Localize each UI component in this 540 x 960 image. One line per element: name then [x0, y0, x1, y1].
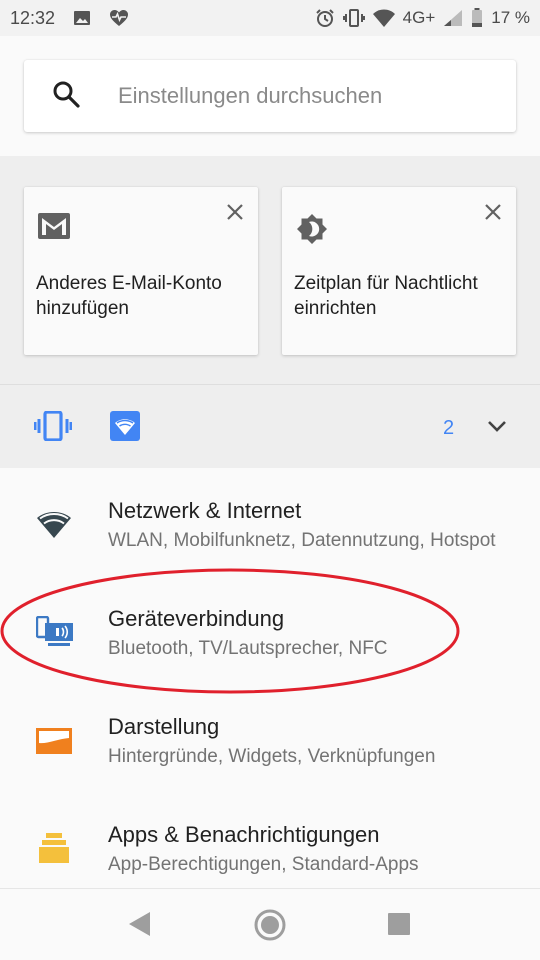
setting-device-connection[interactable]: Geräteverbindung Bluetooth, TV/Lautsprec… — [0, 576, 540, 684]
search-placeholder: Einstellungen durchsuchen — [118, 83, 383, 108]
search-region: Einstellungen durchsuchen — [0, 36, 540, 156]
suggestion-card-email[interactable]: Anderes E-Mail-Konto hinzufügen — [24, 187, 258, 355]
suggestion-text: Anderes E-Mail-Konto hinzufügen — [36, 273, 222, 319]
heart-pulse-icon — [109, 9, 129, 27]
setting-apps-notifications[interactable]: Apps & Benachrichtigungen App-Berechtigu… — [0, 792, 540, 888]
display-icon — [36, 728, 72, 759]
navigation-bar — [0, 888, 540, 960]
setting-title: Apps & Benachrichtigungen — [108, 822, 380, 847]
close-icon[interactable] — [484, 203, 502, 226]
alarm-icon — [315, 8, 335, 28]
signal-icon — [443, 9, 463, 27]
image-icon — [73, 9, 91, 27]
setting-summary: App-Berechtigungen, Standard-Apps — [108, 854, 419, 875]
apps-icon — [38, 832, 70, 869]
recents-icon[interactable] — [386, 907, 412, 946]
network-type: 4G+ — [402, 8, 436, 27]
battery-icon — [471, 8, 483, 28]
setting-title: Geräteverbindung — [108, 606, 285, 631]
search-input[interactable]: Einstellungen durchsuchen — [24, 60, 516, 132]
wifi-icon — [110, 411, 140, 446]
setting-network-internet[interactable]: Netzwerk & Internet WLAN, Mobilfunknetz,… — [0, 468, 540, 576]
setting-summary: Hintergründe, Widgets, Verknüpfungen — [108, 746, 436, 767]
search-icon — [52, 80, 80, 113]
setting-title: Netzwerk & Internet — [108, 498, 302, 523]
setting-summary: WLAN, Mobilfunknetz, Datennutzung, Hotsp… — [108, 530, 496, 551]
chevron-down-icon[interactable] — [486, 419, 508, 438]
wifi-icon — [372, 8, 395, 28]
wifi-icon — [36, 509, 72, 544]
setting-display[interactable]: Darstellung Hintergründe, Widgets, Verkn… — [0, 684, 540, 792]
night-light-icon — [296, 213, 328, 250]
setting-summary: Bluetooth, TV/Lautsprecher, NFC — [108, 638, 388, 659]
vibrate-icon — [33, 410, 73, 446]
conditions-count: 2 — [443, 417, 455, 439]
gmail-icon — [38, 213, 70, 244]
setting-title: Darstellung — [108, 714, 220, 739]
status-time: 12:32 — [10, 7, 56, 28]
status-bar: 12:32 4G+ 17 % — [0, 0, 540, 36]
suggestions-section: Anderes E-Mail-Konto hinzufügen Zeitplan… — [0, 156, 540, 384]
suggestion-card-night-light[interactable]: Zeitplan für Nachtlicht einrichten — [282, 187, 516, 355]
close-icon[interactable] — [226, 203, 244, 226]
battery-percent: 17 % — [491, 8, 530, 27]
vibrate-icon — [342, 8, 365, 28]
settings-list: Netzwerk & Internet WLAN, Mobilfunknetz,… — [0, 468, 540, 888]
device-connection-icon — [35, 615, 74, 653]
suggestion-text: Zeitplan für Nachtlicht einrichten — [294, 273, 478, 319]
home-icon[interactable] — [252, 907, 288, 948]
conditions-bar[interactable]: 2 — [0, 384, 540, 468]
back-icon[interactable] — [124, 907, 154, 946]
